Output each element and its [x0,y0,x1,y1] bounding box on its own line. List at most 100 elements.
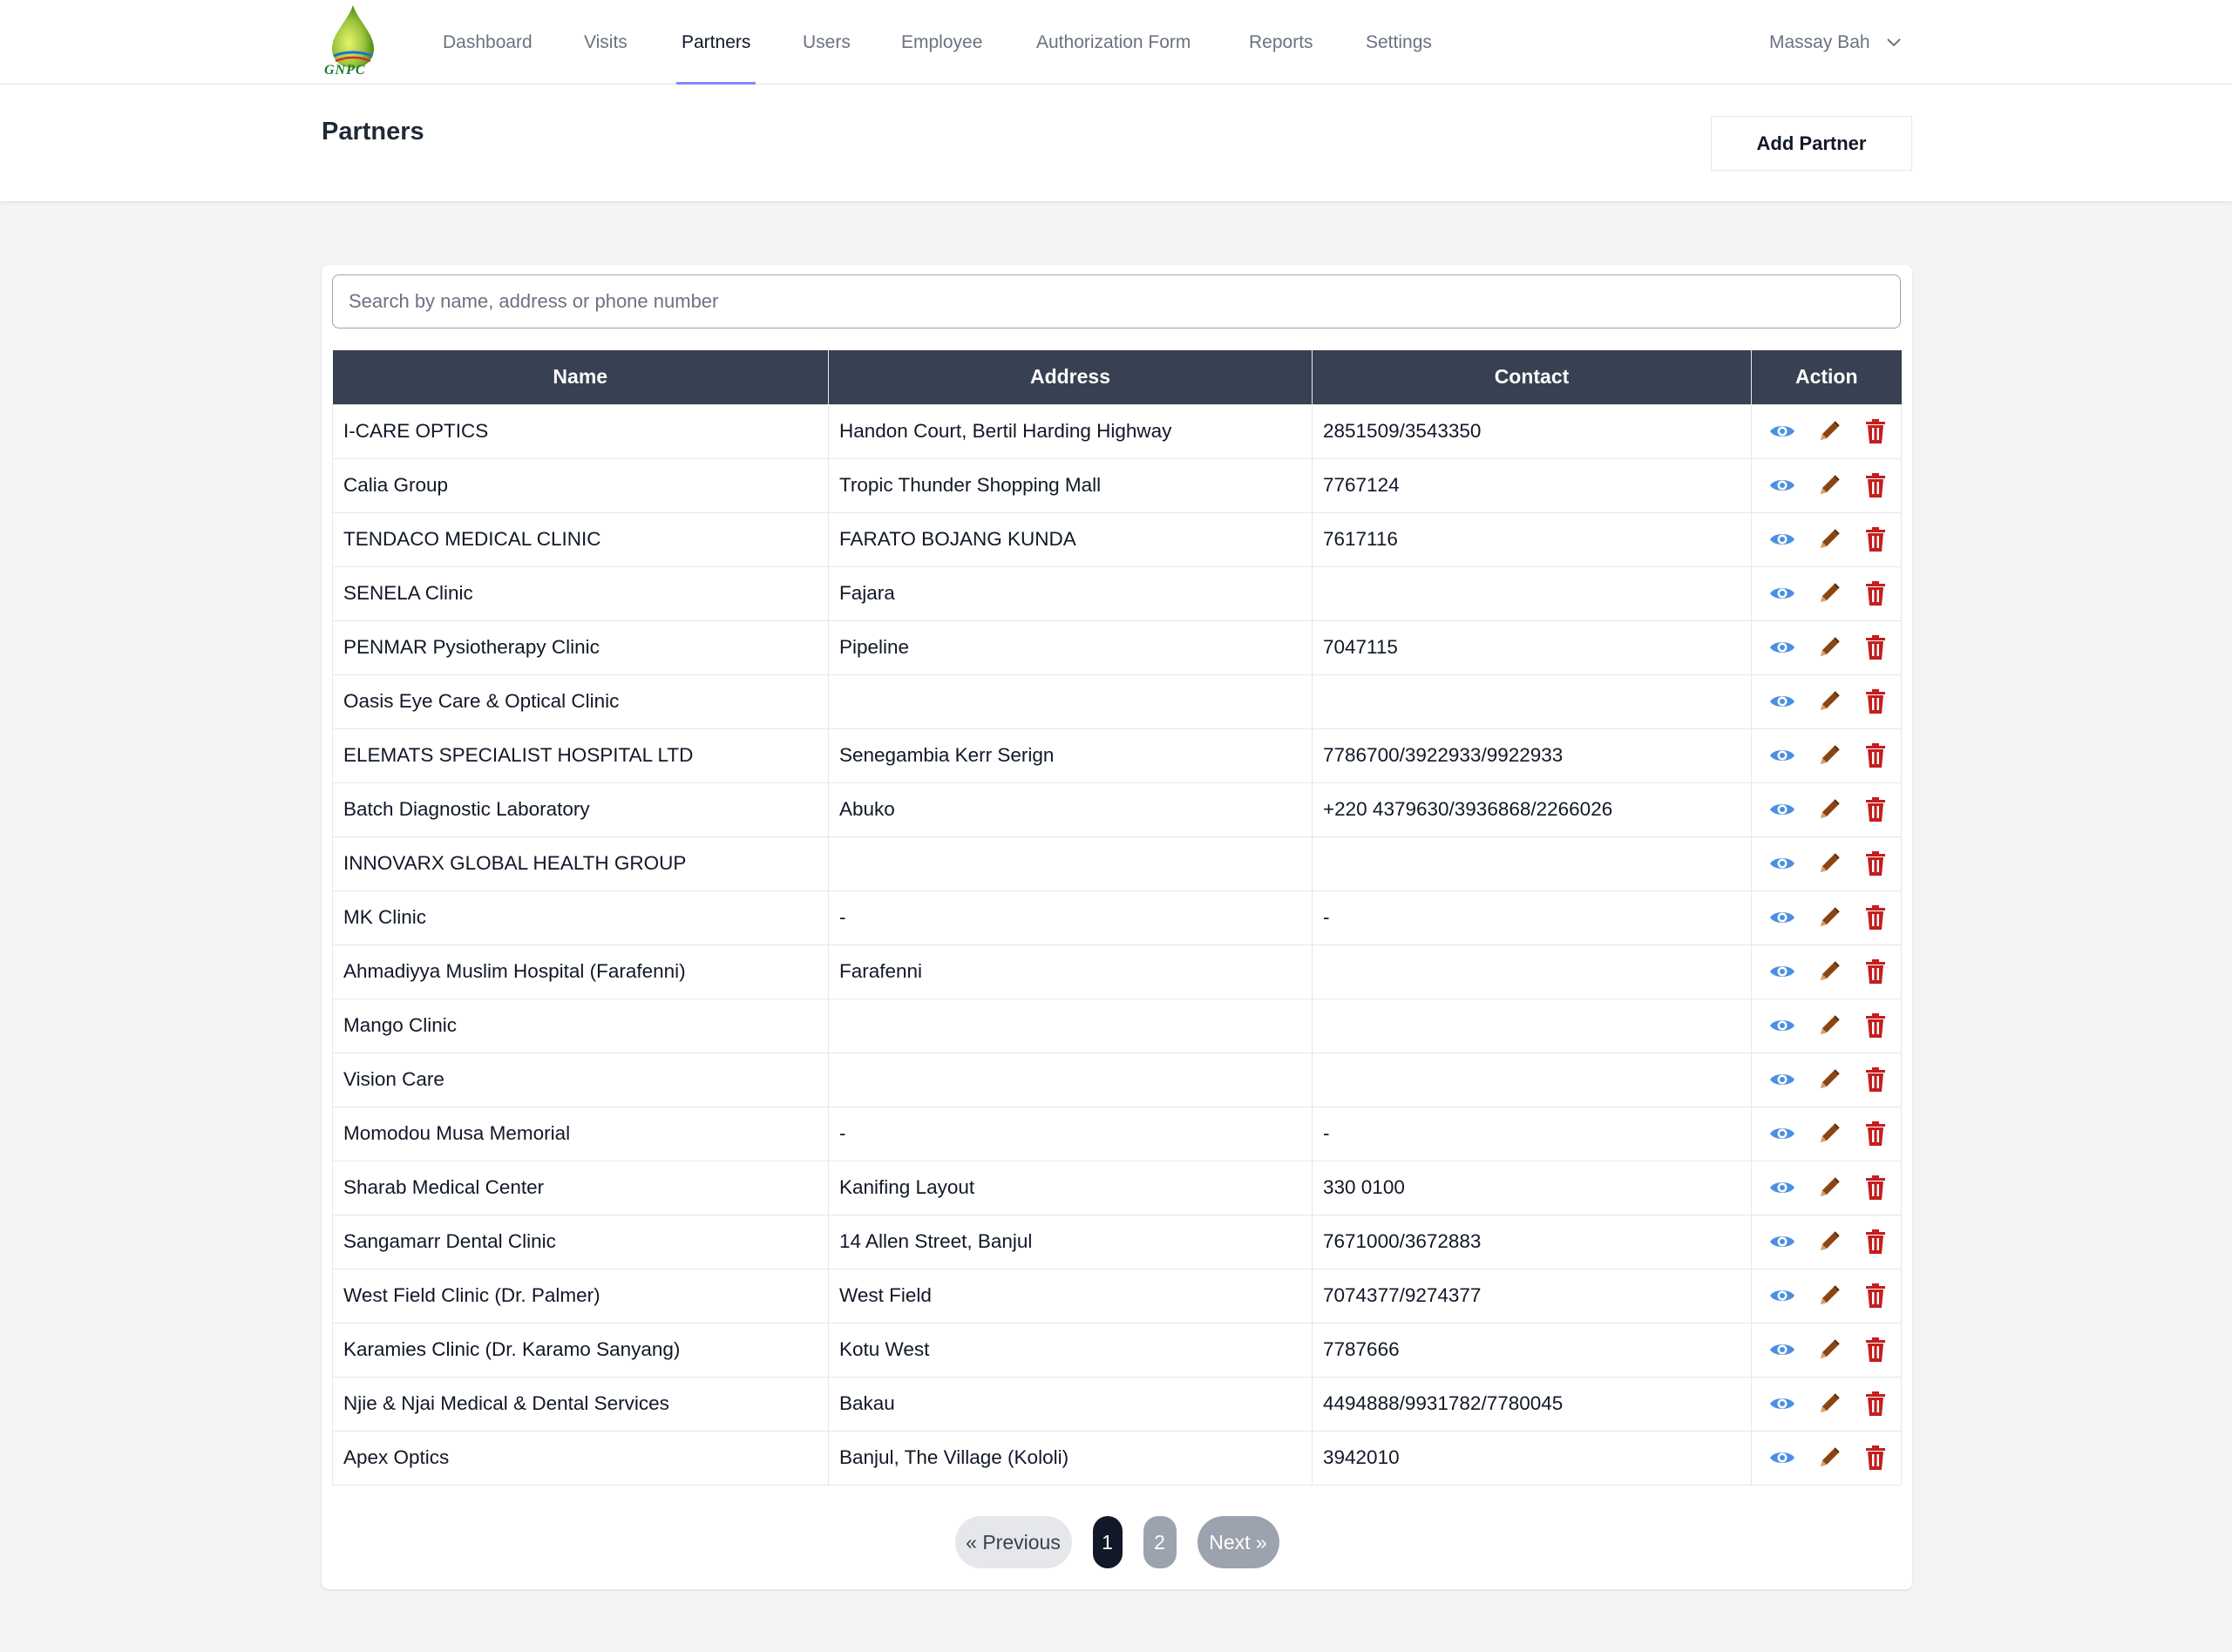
view-icon[interactable] [1767,741,1797,770]
view-icon[interactable] [1767,416,1797,446]
view-icon[interactable] [1767,1389,1797,1418]
edit-icon[interactable] [1815,525,1844,554]
delete-icon[interactable] [1861,903,1890,932]
delete-icon[interactable] [1861,1281,1890,1310]
edit-icon[interactable] [1815,795,1844,824]
view-icon[interactable] [1767,687,1797,716]
edit-icon[interactable] [1815,687,1844,716]
edit-icon[interactable] [1815,416,1844,446]
cell-name: I-CARE OPTICS [332,403,829,459]
delete-icon[interactable] [1861,579,1890,608]
delete-icon[interactable] [1861,1227,1890,1256]
delete-icon[interactable] [1861,416,1890,446]
next-page-button[interactable]: Next » [1197,1516,1279,1568]
logo-text: GNPC [324,63,366,78]
view-icon[interactable] [1767,903,1797,932]
delete-icon[interactable] [1861,1065,1890,1094]
edit-icon[interactable] [1815,1011,1844,1040]
view-icon[interactable] [1767,1335,1797,1364]
page-2-button[interactable]: 2 [1143,1516,1177,1568]
view-icon[interactable] [1767,525,1797,554]
table-row: Batch Diagnostic Laboratory Abuko +220 437… [332,782,1902,837]
delete-icon[interactable] [1861,1443,1890,1473]
nav-dashboard[interactable]: Dashboard [443,0,533,85]
edit-icon[interactable] [1815,1389,1844,1418]
nav-partners[interactable]: Partners [675,0,756,85]
edit-icon[interactable] [1815,633,1844,662]
delete-icon[interactable] [1861,471,1890,500]
edit-icon[interactable] [1815,1281,1844,1310]
cell-name: Calia Group [332,457,829,513]
edit-icon[interactable] [1815,1335,1844,1364]
page-1-button[interactable]: 1 [1092,1516,1123,1568]
row-actions [1762,633,1890,662]
edit-icon[interactable] [1815,1227,1844,1256]
view-icon[interactable] [1767,795,1797,824]
delete-icon[interactable] [1861,1389,1890,1418]
edit-icon[interactable] [1815,1065,1844,1094]
view-icon[interactable] [1767,1281,1797,1310]
delete-icon[interactable] [1861,1119,1890,1148]
add-partner-button[interactable]: Add Partner [1711,116,1912,171]
edit-icon[interactable] [1815,849,1844,878]
nav-users[interactable]: Users [803,0,851,85]
table-row: Oasis Eye Care & Optical Clinic [332,674,1902,729]
edit-icon[interactable] [1815,1173,1844,1202]
edit-icon[interactable] [1815,741,1844,770]
edit-icon[interactable] [1815,957,1844,986]
row-actions [1762,1173,1890,1202]
view-icon[interactable] [1767,1443,1797,1473]
row-actions [1762,1335,1890,1364]
nav-settings[interactable]: Settings [1366,0,1432,85]
nav-reports[interactable]: Reports [1249,0,1313,85]
delete-icon[interactable] [1861,795,1890,824]
view-icon[interactable] [1767,471,1797,500]
edit-icon[interactable] [1815,1443,1844,1473]
table-row: Vision Care [332,1052,1902,1107]
view-icon[interactable] [1767,1065,1797,1094]
search-input[interactable] [332,274,1901,328]
cell-contact [1312,998,1752,1053]
delete-icon[interactable] [1861,687,1890,716]
nav-employee[interactable]: Employee [901,0,982,85]
delete-icon[interactable] [1861,1173,1890,1202]
view-icon[interactable] [1767,1173,1797,1202]
cell-actions [1751,890,1902,945]
cell-name: Ahmadiyya Muslim Hospital (Farafenni) [332,944,829,999]
nav-visits[interactable]: Visits [584,0,628,85]
delete-icon[interactable] [1861,525,1890,554]
view-icon[interactable] [1767,1011,1797,1040]
cell-name: Apex Optics [332,1430,829,1486]
cell-actions [1751,1106,1902,1161]
delete-icon[interactable] [1861,849,1890,878]
view-icon[interactable] [1767,579,1797,608]
delete-icon[interactable] [1861,1335,1890,1364]
table-row: Karamies Clinic (Dr. Karamo Sanyang) Kotu… [332,1322,1902,1378]
table-row: Apex Optics Banjul, The Village (Kololi) 3… [332,1430,1902,1486]
view-icon[interactable] [1767,1119,1797,1148]
cell-contact: 7671000/3672883 [1312,1214,1752,1269]
delete-icon[interactable] [1861,1011,1890,1040]
edit-icon[interactable] [1815,471,1844,500]
row-actions [1762,849,1890,878]
edit-icon[interactable] [1815,1119,1844,1148]
delete-icon[interactable] [1861,741,1890,770]
edit-icon[interactable] [1815,903,1844,932]
user-menu[interactable]: Massay Bah [1769,0,1902,85]
cell-actions [1751,728,1902,783]
cell-actions [1751,1322,1902,1378]
table-row: Njie & Njai Medical & Dental Services Bak… [332,1376,1902,1432]
view-icon[interactable] [1767,957,1797,986]
nav-authorization-form[interactable]: Authorization Form [1036,0,1191,85]
row-actions [1762,741,1890,770]
gnpc-logo[interactable]: GNPC [322,3,384,80]
cell-name: MK Clinic [332,890,829,945]
view-icon[interactable] [1767,633,1797,662]
view-icon[interactable] [1767,849,1797,878]
delete-icon[interactable] [1861,633,1890,662]
previous-page-button[interactable]: « Previous [954,1516,1072,1568]
edit-icon[interactable] [1815,579,1844,608]
view-icon[interactable] [1767,1227,1797,1256]
delete-icon[interactable] [1861,957,1890,986]
cell-actions [1751,565,1902,621]
